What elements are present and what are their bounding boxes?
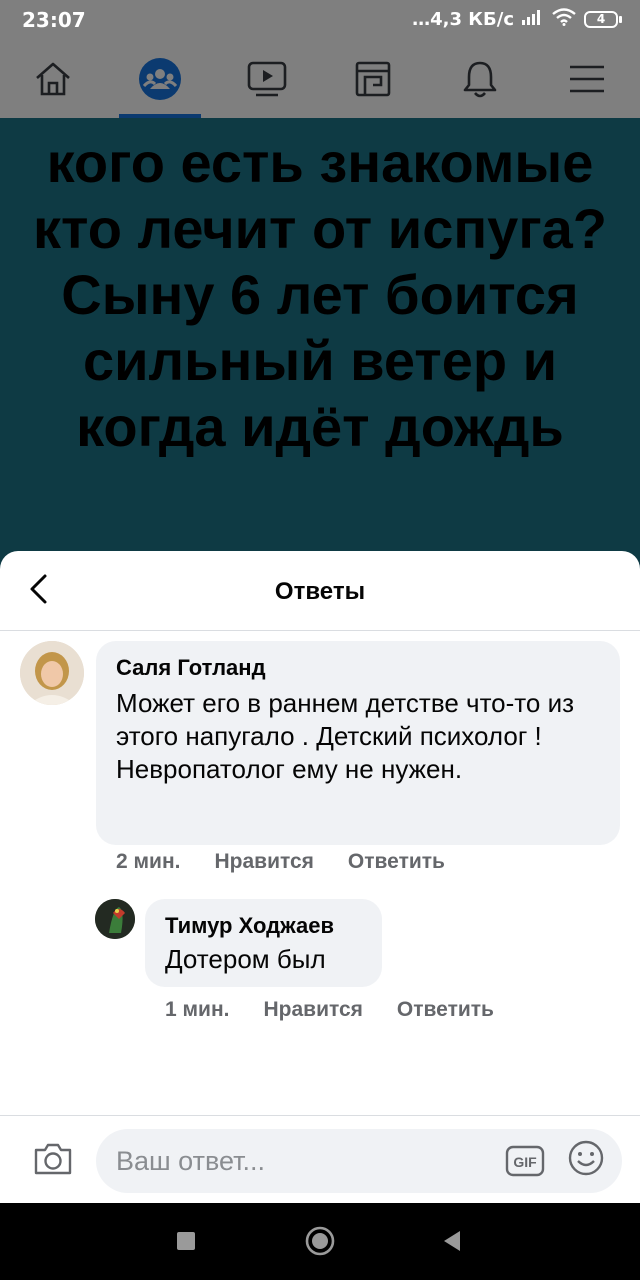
- menu-icon: [568, 63, 606, 95]
- gif-label: GIF: [513, 1154, 537, 1170]
- tab-home[interactable]: [0, 40, 107, 118]
- camera-button[interactable]: [30, 1138, 76, 1184]
- comment-time[interactable]: 1 мин.: [165, 998, 229, 1022]
- replies-sheet: Ответы Саля Готланд Может его в раннем д…: [0, 551, 640, 1203]
- tab-pages[interactable]: [320, 40, 427, 118]
- status-bar: 23:07 …4,3 КБ/с 4: [0, 0, 640, 40]
- tab-menu[interactable]: [533, 40, 640, 118]
- screen: 23:07 …4,3 КБ/с 4 кого есть знакомые кто…: [0, 0, 640, 1280]
- notifications-icon: [461, 59, 499, 99]
- status-time: 23:07: [22, 8, 86, 32]
- network-speed: …4,3 КБ/с: [412, 9, 514, 30]
- avatar[interactable]: [95, 899, 135, 939]
- back-triangle-icon: [441, 1229, 463, 1258]
- like-button[interactable]: Нравится: [263, 998, 362, 1022]
- system-navigation-bar: [0, 1203, 640, 1280]
- watch-icon: [246, 59, 288, 99]
- camera-icon: [32, 1141, 74, 1182]
- gif-button[interactable]: GIF: [505, 1141, 545, 1181]
- status-indicators: …4,3 КБ/с 4: [412, 8, 622, 31]
- comment-author[interactable]: Тимур Ходжаев: [165, 911, 362, 941]
- home-circle-icon: [304, 1225, 336, 1262]
- post-image-text: кого есть знакомые кто лечит от испуга? …: [33, 131, 607, 458]
- comment-actions: 1 мин. Нравится Ответить: [165, 998, 494, 1022]
- home-button[interactable]: [300, 1223, 340, 1263]
- emoji-icon: [567, 1139, 605, 1182]
- post-image: кого есть знакомые кто лечит от испуга? …: [0, 118, 640, 578]
- battery-level: 4: [584, 11, 618, 28]
- groups-icon: [138, 57, 182, 101]
- recents-icon: [176, 1231, 196, 1256]
- reply-button[interactable]: Ответить: [397, 998, 494, 1022]
- tab-watch[interactable]: [213, 40, 320, 118]
- tab-notifications[interactable]: [427, 40, 534, 118]
- wifi-icon: [552, 8, 576, 31]
- reply-composer: GIF: [0, 1115, 640, 1203]
- emoji-button[interactable]: [566, 1140, 606, 1180]
- pages-icon: [354, 60, 392, 98]
- comment: Тимур Ходжаев Дотером был 1 мин. Нравитс…: [0, 551, 640, 1031]
- comment-bubble: Тимур Ходжаев Дотером был: [145, 899, 382, 987]
- gif-icon: GIF: [505, 1145, 545, 1177]
- signal-icon: [522, 9, 544, 30]
- recents-button[interactable]: [166, 1223, 206, 1263]
- top-navigation: [0, 40, 640, 118]
- home-icon: [33, 60, 73, 98]
- comment-text: Дотером был: [165, 944, 326, 974]
- tab-groups[interactable]: [107, 40, 214, 118]
- battery-icon: 4: [584, 11, 622, 28]
- back-system-button[interactable]: [432, 1223, 472, 1263]
